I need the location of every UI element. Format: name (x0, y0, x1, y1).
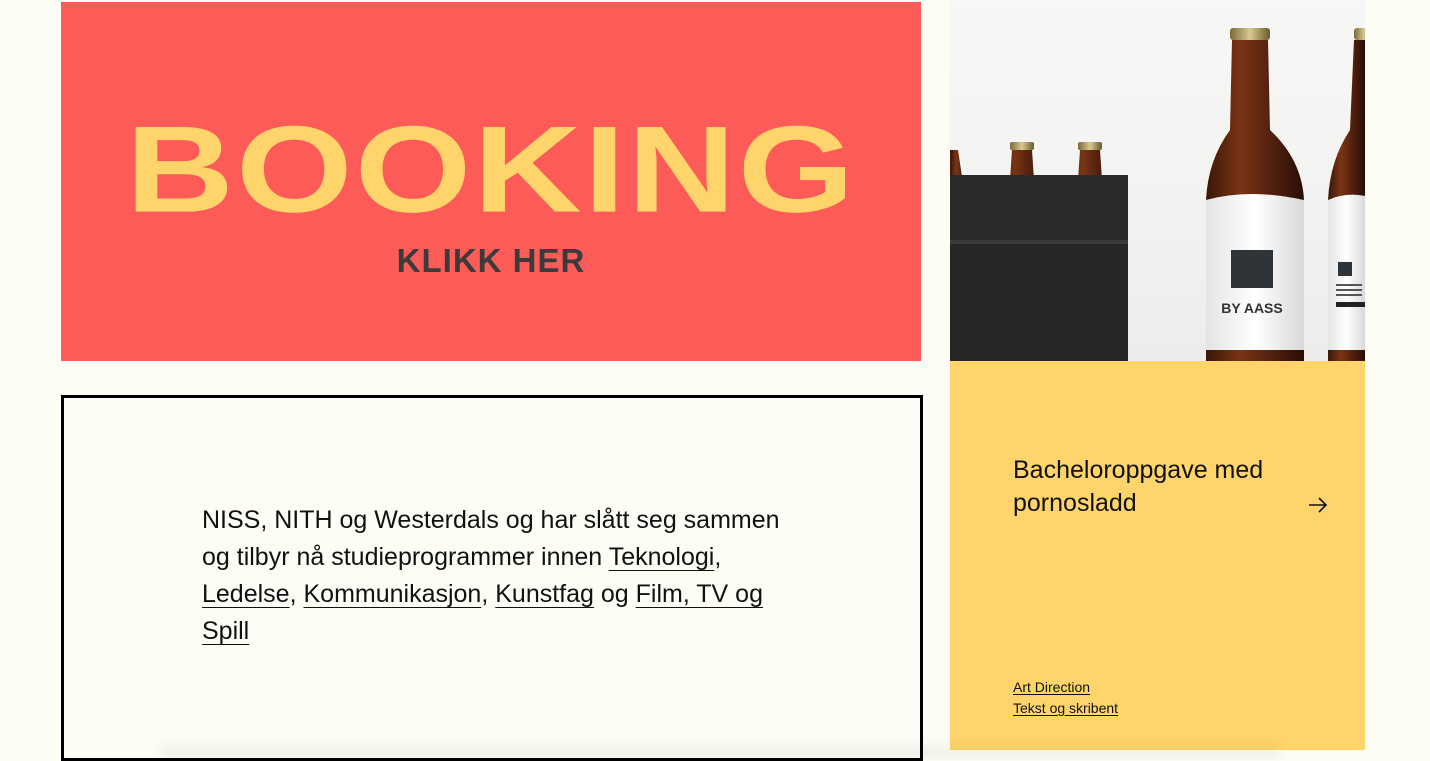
bottom-shadow (160, 738, 1280, 758)
tag-art-direction[interactable]: Art Direction (1013, 677, 1118, 698)
booking-title: BOOKING (125, 100, 857, 238)
arrow-right-icon[interactable] (1308, 497, 1328, 513)
beer-bottles-image[interactable]: BY AASS (950, 0, 1365, 361)
link-kunstfag[interactable]: Kunstfag (495, 580, 594, 608)
link-ledelse[interactable]: Ledelse (202, 580, 290, 608)
project-card[interactable]: Bacheloroppgave med pornosladd Art Direc… (950, 361, 1365, 750)
link-kommunikasjon[interactable]: Kommunikasjon (303, 580, 481, 608)
info-conjunction: og (593, 580, 636, 608)
info-box: NISS, NITH og Westerdals og har slått se… (61, 395, 923, 761)
card-title[interactable]: Bacheloroppgave med pornosladd (1013, 454, 1293, 520)
booking-cta: KLIKK HER (396, 242, 586, 279)
info-text: NISS, NITH og Westerdals og har slått se… (202, 506, 780, 645)
booking-banner[interactable]: BOOKING KLIKK HER (61, 2, 921, 361)
link-teknologi[interactable]: Teknologi (609, 543, 715, 571)
beer-bottles-illustration: BY AASS (950, 28, 1365, 361)
tag-tekst-og-skribent[interactable]: Tekst og skribent (1013, 698, 1118, 719)
bottle-label-text: BY AASS (1221, 300, 1282, 316)
card-tags: Art Direction Tekst og skribent (1013, 677, 1118, 719)
